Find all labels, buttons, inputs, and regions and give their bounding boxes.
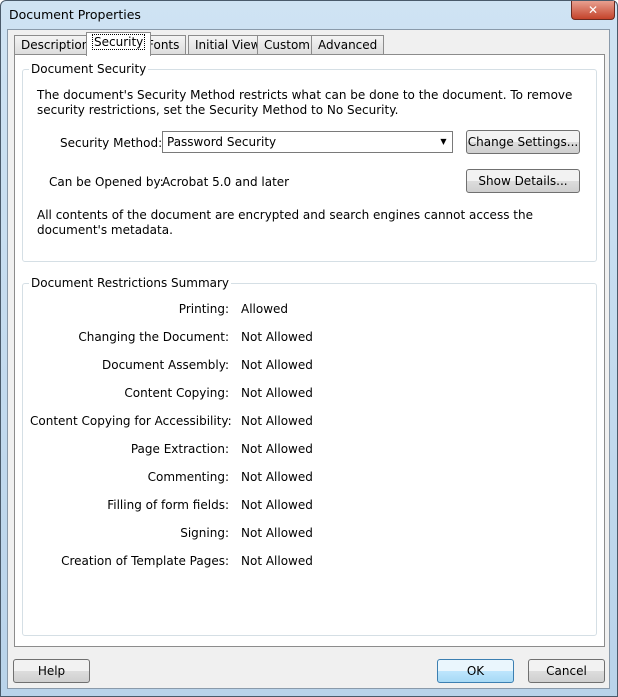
group-label: Document Restrictions Summary [29,276,232,290]
encryption-note: All contents of the document are encrypt… [37,208,533,237]
tab-label: Security [91,34,146,50]
tab-initial-view[interactable]: Initial View [188,35,268,55]
restriction-label: Changing the Document: [78,330,229,344]
restriction-value: Not Allowed [241,526,313,540]
security-method-label: Security Method: [60,136,163,150]
restriction-label: Page Extraction: [130,442,229,456]
security-intro: The document's Security Method restricts… [37,88,573,117]
opened-by-label: Can be Opened by: [49,175,164,189]
window-title: Document Properties [9,7,141,22]
restriction-label: Filling of form fields: [107,498,229,512]
tab-label: Description [21,38,90,52]
restriction-value: Not Allowed [241,414,313,428]
group-label: Document Security [29,62,149,76]
restriction-label: Document Assembly: [102,358,229,372]
restriction-value: Not Allowed [241,442,313,456]
tab-security[interactable]: Security [86,32,152,56]
opened-by-value: Acrobat 5.0 and later [162,175,290,189]
tab-label: Advanced [318,38,378,52]
security-method-select[interactable]: Password Security ▼ [162,131,453,153]
restriction-label: Commenting: [147,470,229,484]
restriction-value: Not Allowed [241,554,313,568]
restriction-value: Not Allowed [241,470,313,484]
restriction-label: Content Copying for Accessibility: [30,414,232,428]
tab-custom[interactable]: Custom [257,35,317,55]
show-details-button[interactable]: Show Details... [466,169,580,193]
tab-description[interactable]: Description [14,35,97,55]
chevron-down-icon[interactable]: ▼ [435,132,452,152]
tab-label: Custom [264,38,310,52]
restriction-label: Creation of Template Pages: [61,554,229,568]
help-button[interactable]: Help [13,659,90,683]
tab-label: Initial View [195,38,261,52]
cancel-button[interactable]: Cancel [528,659,605,683]
tab-label: Fonts [147,38,180,52]
tab-advanced[interactable]: Advanced [311,35,385,55]
restriction-label: Content Copying: [124,386,229,400]
close-button[interactable]: ✕ [571,1,615,20]
select-value: Password Security [167,135,277,149]
change-settings-button[interactable]: Change Settings... [466,130,580,154]
restriction-value: Allowed [241,302,289,316]
restriction-value: Not Allowed [241,386,313,400]
restriction-value: Not Allowed [241,498,313,512]
restriction-label: Printing: [178,302,229,316]
restriction-label: Signing: [180,526,229,540]
restriction-value: Not Allowed [241,358,313,372]
restriction-value: Not Allowed [241,330,313,344]
ok-button[interactable]: OK [437,659,514,683]
